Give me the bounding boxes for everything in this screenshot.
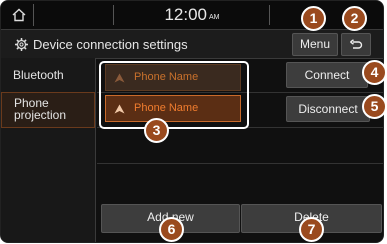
callout-marker: 2	[342, 6, 367, 31]
settings-gear-icon	[15, 38, 28, 51]
callout-marker: 6	[159, 217, 184, 242]
phone-projection-icon	[114, 73, 125, 83]
callout-marker: 3	[144, 118, 169, 143]
device-name: Phone Name	[134, 102, 199, 114]
sidebar: Bluetooth Phone projection	[1, 58, 96, 242]
device-item[interactable]: Phone Name	[105, 64, 241, 91]
back-button[interactable]	[341, 33, 371, 56]
sidebar-item-label: Bluetooth	[13, 68, 64, 82]
status-divider	[269, 5, 270, 25]
callout-marker: 4	[362, 60, 387, 85]
connect-button[interactable]: Connect	[286, 62, 368, 88]
sidebar-item-label: Phone projection	[14, 96, 67, 122]
phone-projection-icon	[114, 104, 125, 114]
device-list: Phone Name Phone Name	[99, 61, 249, 129]
callout-marker: 7	[299, 217, 324, 242]
list-divider	[97, 163, 383, 164]
disconnect-button[interactable]: Disconnect	[286, 96, 370, 122]
clock-ampm: AM	[209, 14, 220, 21]
header-bar: Device connection settings Menu	[1, 29, 383, 59]
sidebar-item-phone-projection[interactable]: Phone projection	[1, 92, 95, 128]
menu-button[interactable]: Menu	[292, 33, 338, 56]
back-arrow-icon	[350, 38, 363, 49]
device-item[interactable]: Phone Name	[105, 95, 241, 122]
screen-frame: 12:00 AM Device connection settings Menu …	[0, 0, 384, 243]
page-title: Device connection settings	[33, 37, 188, 52]
callout-marker: 1	[301, 6, 326, 31]
device-name: Phone Name	[134, 71, 199, 83]
clock-time: 12:00	[164, 5, 208, 24]
sidebar-item-bluetooth[interactable]: Bluetooth	[1, 64, 95, 88]
callout-marker: 5	[362, 94, 387, 119]
